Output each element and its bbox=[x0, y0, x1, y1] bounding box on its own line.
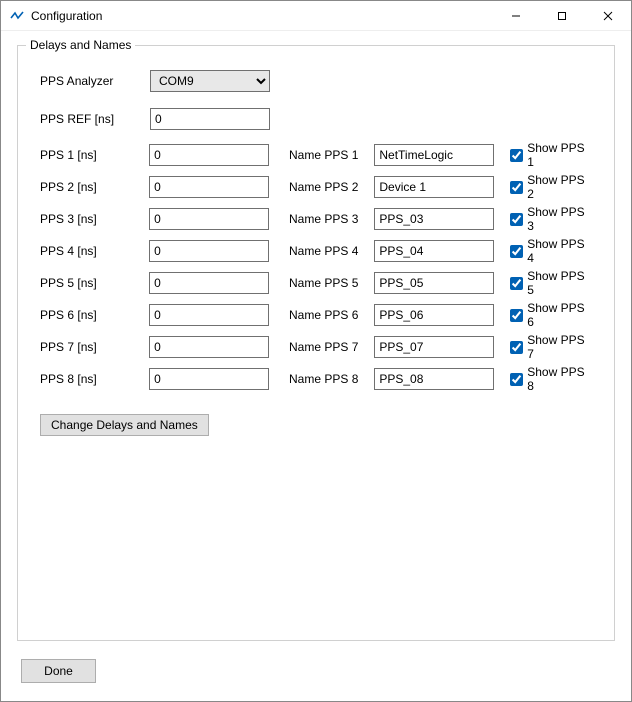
pps-row-2: PPS 2 [ns] Name PPS 2 Show PPS 2 bbox=[40, 176, 594, 198]
pps-show-checkbox[interactable] bbox=[510, 181, 523, 194]
pps-row-4: PPS 4 [ns] Name PPS 4 Show PPS 4 bbox=[40, 240, 594, 262]
client-area: Delays and Names PPS Analyzer COM9 PPS R… bbox=[1, 31, 631, 701]
group-legend: Delays and Names bbox=[26, 38, 135, 52]
done-button[interactable]: Done bbox=[21, 659, 96, 683]
pps-row-1: PPS 1 [ns] Name PPS 1 Show PPS 1 bbox=[40, 144, 594, 166]
pps-delay-label: PPS 5 [ns] bbox=[40, 276, 149, 290]
pps-delay-label: PPS 4 [ns] bbox=[40, 244, 149, 258]
pps-name-input[interactable] bbox=[374, 144, 494, 166]
pps-show-label: Show PPS 5 bbox=[527, 269, 594, 297]
window-title: Configuration bbox=[31, 9, 493, 23]
pps-name-label: Name PPS 8 bbox=[289, 372, 374, 386]
pps-show-checkbox-wrap: Show PPS 5 bbox=[510, 269, 594, 297]
pps-delay-input[interactable] bbox=[149, 144, 269, 166]
pps-show-checkbox-wrap: Show PPS 1 bbox=[510, 141, 594, 169]
pps-show-label: Show PPS 4 bbox=[527, 237, 594, 265]
pps-name-input[interactable] bbox=[374, 272, 494, 294]
pps-delay-input[interactable] bbox=[149, 272, 269, 294]
pps-row-3: PPS 3 [ns] Name PPS 3 Show PPS 3 bbox=[40, 208, 594, 230]
pps-delay-input[interactable] bbox=[149, 176, 269, 198]
pps-delay-input[interactable] bbox=[149, 304, 269, 326]
pps-row-6: PPS 6 [ns] Name PPS 6 Show PPS 6 bbox=[40, 304, 594, 326]
pps-show-label: Show PPS 8 bbox=[527, 365, 594, 393]
analyzer-label: PPS Analyzer bbox=[40, 74, 150, 88]
delays-names-group: Delays and Names PPS Analyzer COM9 PPS R… bbox=[17, 45, 615, 641]
pps-show-checkbox-wrap: Show PPS 6 bbox=[510, 301, 594, 329]
pps-delay-label: PPS 6 [ns] bbox=[40, 308, 149, 322]
pps-name-input[interactable] bbox=[374, 176, 494, 198]
minimize-button[interactable] bbox=[493, 1, 539, 30]
pps-delay-label: PPS 2 [ns] bbox=[40, 180, 149, 194]
pps-ref-row: PPS REF [ns] bbox=[40, 108, 594, 130]
pps-delay-input[interactable] bbox=[149, 336, 269, 358]
pps-delay-label: PPS 3 [ns] bbox=[40, 212, 149, 226]
analyzer-combo[interactable]: COM9 bbox=[150, 70, 270, 92]
pps-show-checkbox[interactable] bbox=[510, 277, 523, 290]
pps-show-label: Show PPS 2 bbox=[527, 173, 594, 201]
pps-show-checkbox-wrap: Show PPS 7 bbox=[510, 333, 594, 361]
window-controls bbox=[493, 1, 631, 30]
pps-delay-input[interactable] bbox=[149, 208, 269, 230]
pps-name-input[interactable] bbox=[374, 304, 494, 326]
pps-name-label: Name PPS 3 bbox=[289, 212, 374, 226]
pps-ref-input[interactable] bbox=[150, 108, 270, 130]
pps-ref-label: PPS REF [ns] bbox=[40, 112, 150, 126]
pps-show-checkbox[interactable] bbox=[510, 149, 523, 162]
change-delays-names-button[interactable]: Change Delays and Names bbox=[40, 414, 209, 436]
pps-show-checkbox[interactable] bbox=[510, 341, 523, 354]
pps-row-8: PPS 8 [ns] Name PPS 8 Show PPS 8 bbox=[40, 368, 594, 390]
close-button[interactable] bbox=[585, 1, 631, 30]
pps-show-checkbox[interactable] bbox=[510, 245, 523, 258]
pps-show-checkbox-wrap: Show PPS 3 bbox=[510, 205, 594, 233]
pps-name-label: Name PPS 4 bbox=[289, 244, 374, 258]
pps-show-checkbox[interactable] bbox=[510, 309, 523, 322]
pps-show-checkbox-wrap: Show PPS 8 bbox=[510, 365, 594, 393]
pps-name-input[interactable] bbox=[374, 208, 494, 230]
pps-show-checkbox-wrap: Show PPS 2 bbox=[510, 173, 594, 201]
pps-delay-label: PPS 8 [ns] bbox=[40, 372, 149, 386]
pps-show-label: Show PPS 7 bbox=[527, 333, 594, 361]
config-window: Configuration Delays and Names PPS Analy… bbox=[0, 0, 632, 702]
pps-name-label: Name PPS 7 bbox=[289, 340, 374, 354]
pps-row-7: PPS 7 [ns] Name PPS 7 Show PPS 7 bbox=[40, 336, 594, 358]
pps-delay-label: PPS 1 [ns] bbox=[40, 148, 149, 162]
titlebar: Configuration bbox=[1, 1, 631, 31]
analyzer-row: PPS Analyzer COM9 bbox=[40, 70, 594, 92]
pps-name-input[interactable] bbox=[374, 336, 494, 358]
pps-show-label: Show PPS 1 bbox=[527, 141, 594, 169]
pps-name-label: Name PPS 5 bbox=[289, 276, 374, 290]
app-icon bbox=[9, 8, 25, 24]
pps-name-input[interactable] bbox=[374, 240, 494, 262]
pps-delay-input[interactable] bbox=[149, 368, 269, 390]
maximize-button[interactable] bbox=[539, 1, 585, 30]
pps-name-label: Name PPS 6 bbox=[289, 308, 374, 322]
pps-show-label: Show PPS 3 bbox=[527, 205, 594, 233]
pps-name-input[interactable] bbox=[374, 368, 494, 390]
pps-name-label: Name PPS 1 bbox=[289, 148, 374, 162]
pps-delay-label: PPS 7 [ns] bbox=[40, 340, 149, 354]
pps-name-label: Name PPS 2 bbox=[289, 180, 374, 194]
pps-row-5: PPS 5 [ns] Name PPS 5 Show PPS 5 bbox=[40, 272, 594, 294]
pps-delay-input[interactable] bbox=[149, 240, 269, 262]
pps-show-label: Show PPS 6 bbox=[527, 301, 594, 329]
pps-show-checkbox[interactable] bbox=[510, 213, 523, 226]
pps-show-checkbox[interactable] bbox=[510, 373, 523, 386]
change-row: Change Delays and Names bbox=[40, 414, 594, 436]
pps-show-checkbox-wrap: Show PPS 4 bbox=[510, 237, 594, 265]
